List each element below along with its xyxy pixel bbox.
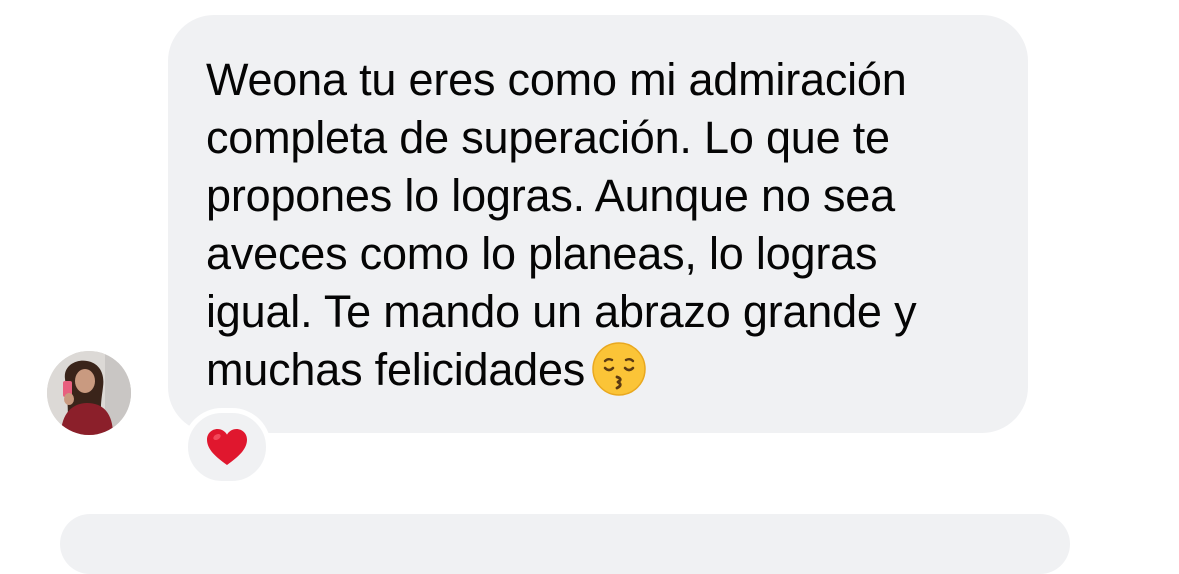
red-heart-icon: [207, 429, 247, 465]
incoming-message-bubble[interactable]: Weona tu eres como mi admiración complet…: [168, 15, 1028, 433]
sender-avatar[interactable]: [47, 351, 131, 435]
profile-photo-avatar: [47, 351, 131, 435]
kissing-face-emoji-icon: [591, 341, 647, 397]
next-message-bubble[interactable]: [60, 514, 1070, 574]
reaction-badge[interactable]: [183, 408, 271, 486]
message-text: Weona tu eres como mi admiración complet…: [206, 51, 998, 399]
message-text-content: Weona tu eres como mi admiración complet…: [206, 54, 917, 395]
